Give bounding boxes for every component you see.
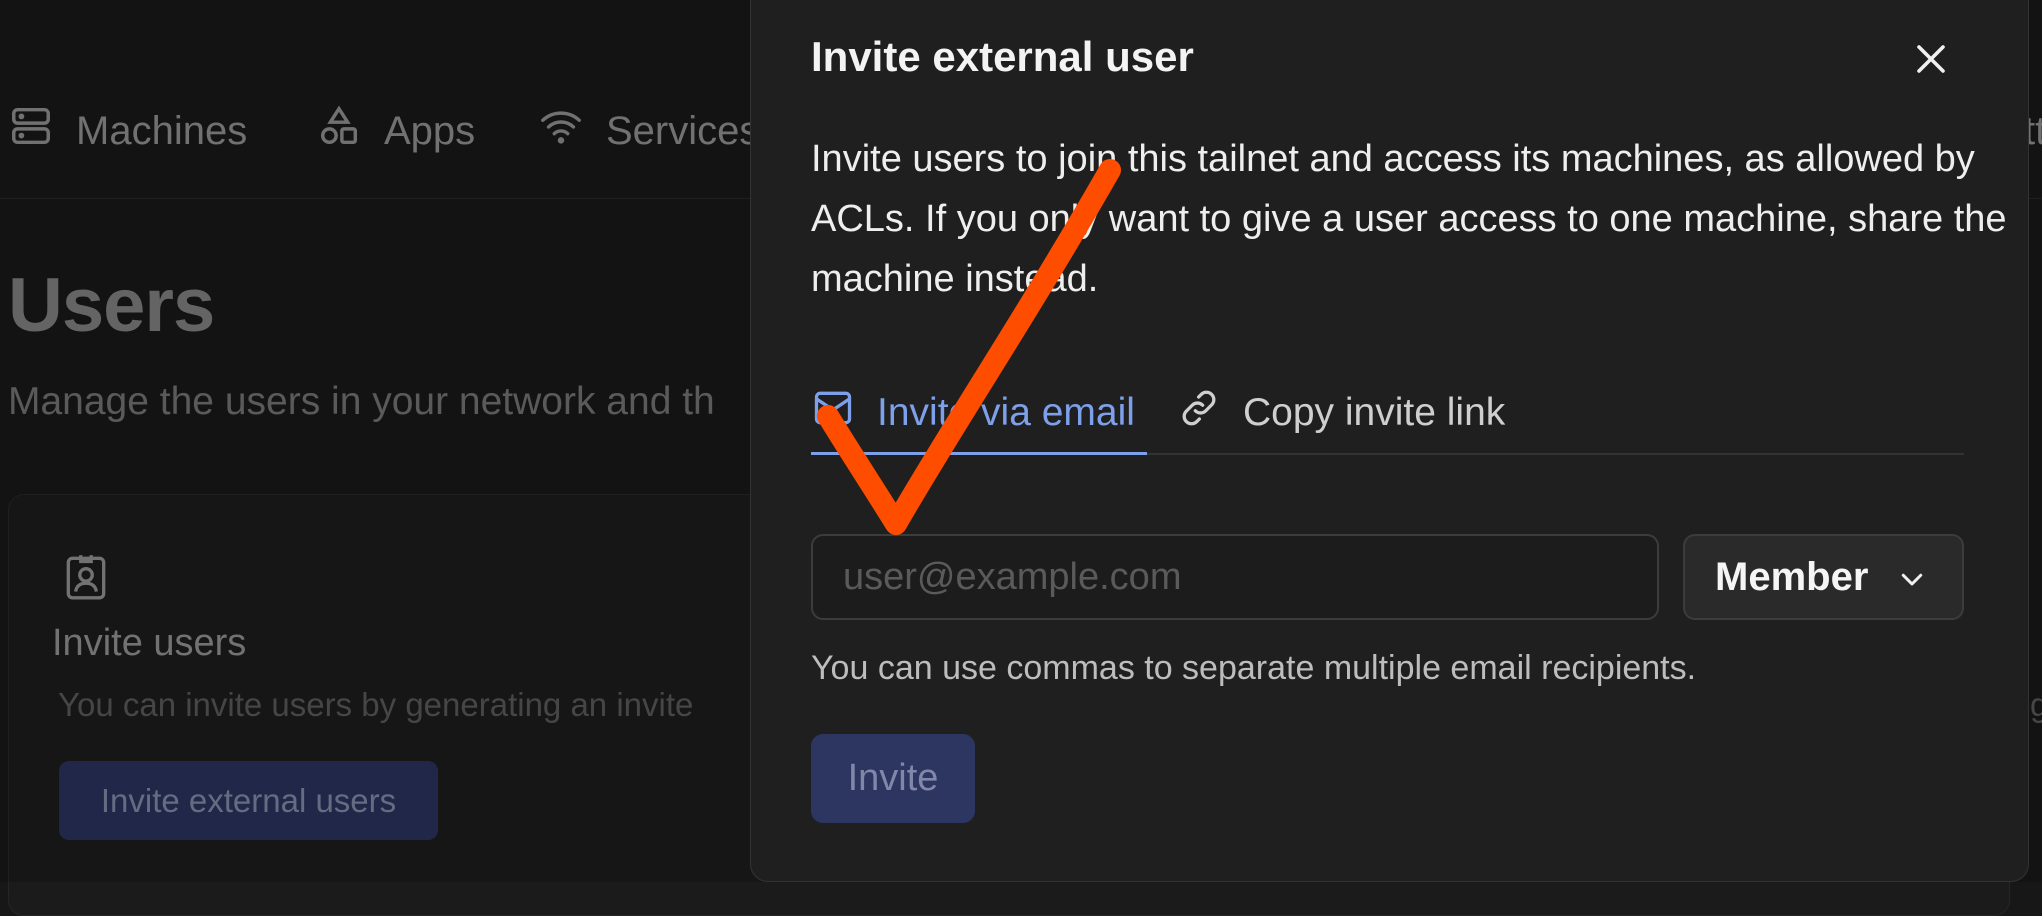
helper-text: You can use commas to separate multiple … — [811, 649, 1697, 687]
modal-description: Invite users to join this tailnet and ac… — [811, 138, 2007, 300]
role-select[interactable]: Member — [1683, 534, 1964, 620]
invite-button[interactable]: Invite — [811, 734, 975, 823]
close-button[interactable] — [1901, 31, 1961, 91]
invite-modal: Invite external user Invite users to joi… — [750, 0, 2029, 882]
invite-method-tabs: Invite via email Copy invite link — [811, 373, 1964, 455]
tab-copy-invite-link[interactable]: Copy invite link — [1177, 373, 1505, 453]
modal-title: Invite external user — [811, 33, 1194, 80]
tab-label: Copy invite link — [1243, 391, 1506, 434]
link-icon — [1177, 386, 1243, 440]
mail-icon — [811, 386, 877, 440]
role-select-value: Member — [1715, 554, 1869, 599]
chevron-down-icon — [1895, 564, 1929, 599]
tab-label: Invite via email — [877, 390, 1135, 434]
email-input[interactable] — [811, 534, 1659, 620]
tab-invite-via-email[interactable]: Invite via email — [811, 373, 1147, 455]
close-icon — [1913, 41, 1949, 82]
